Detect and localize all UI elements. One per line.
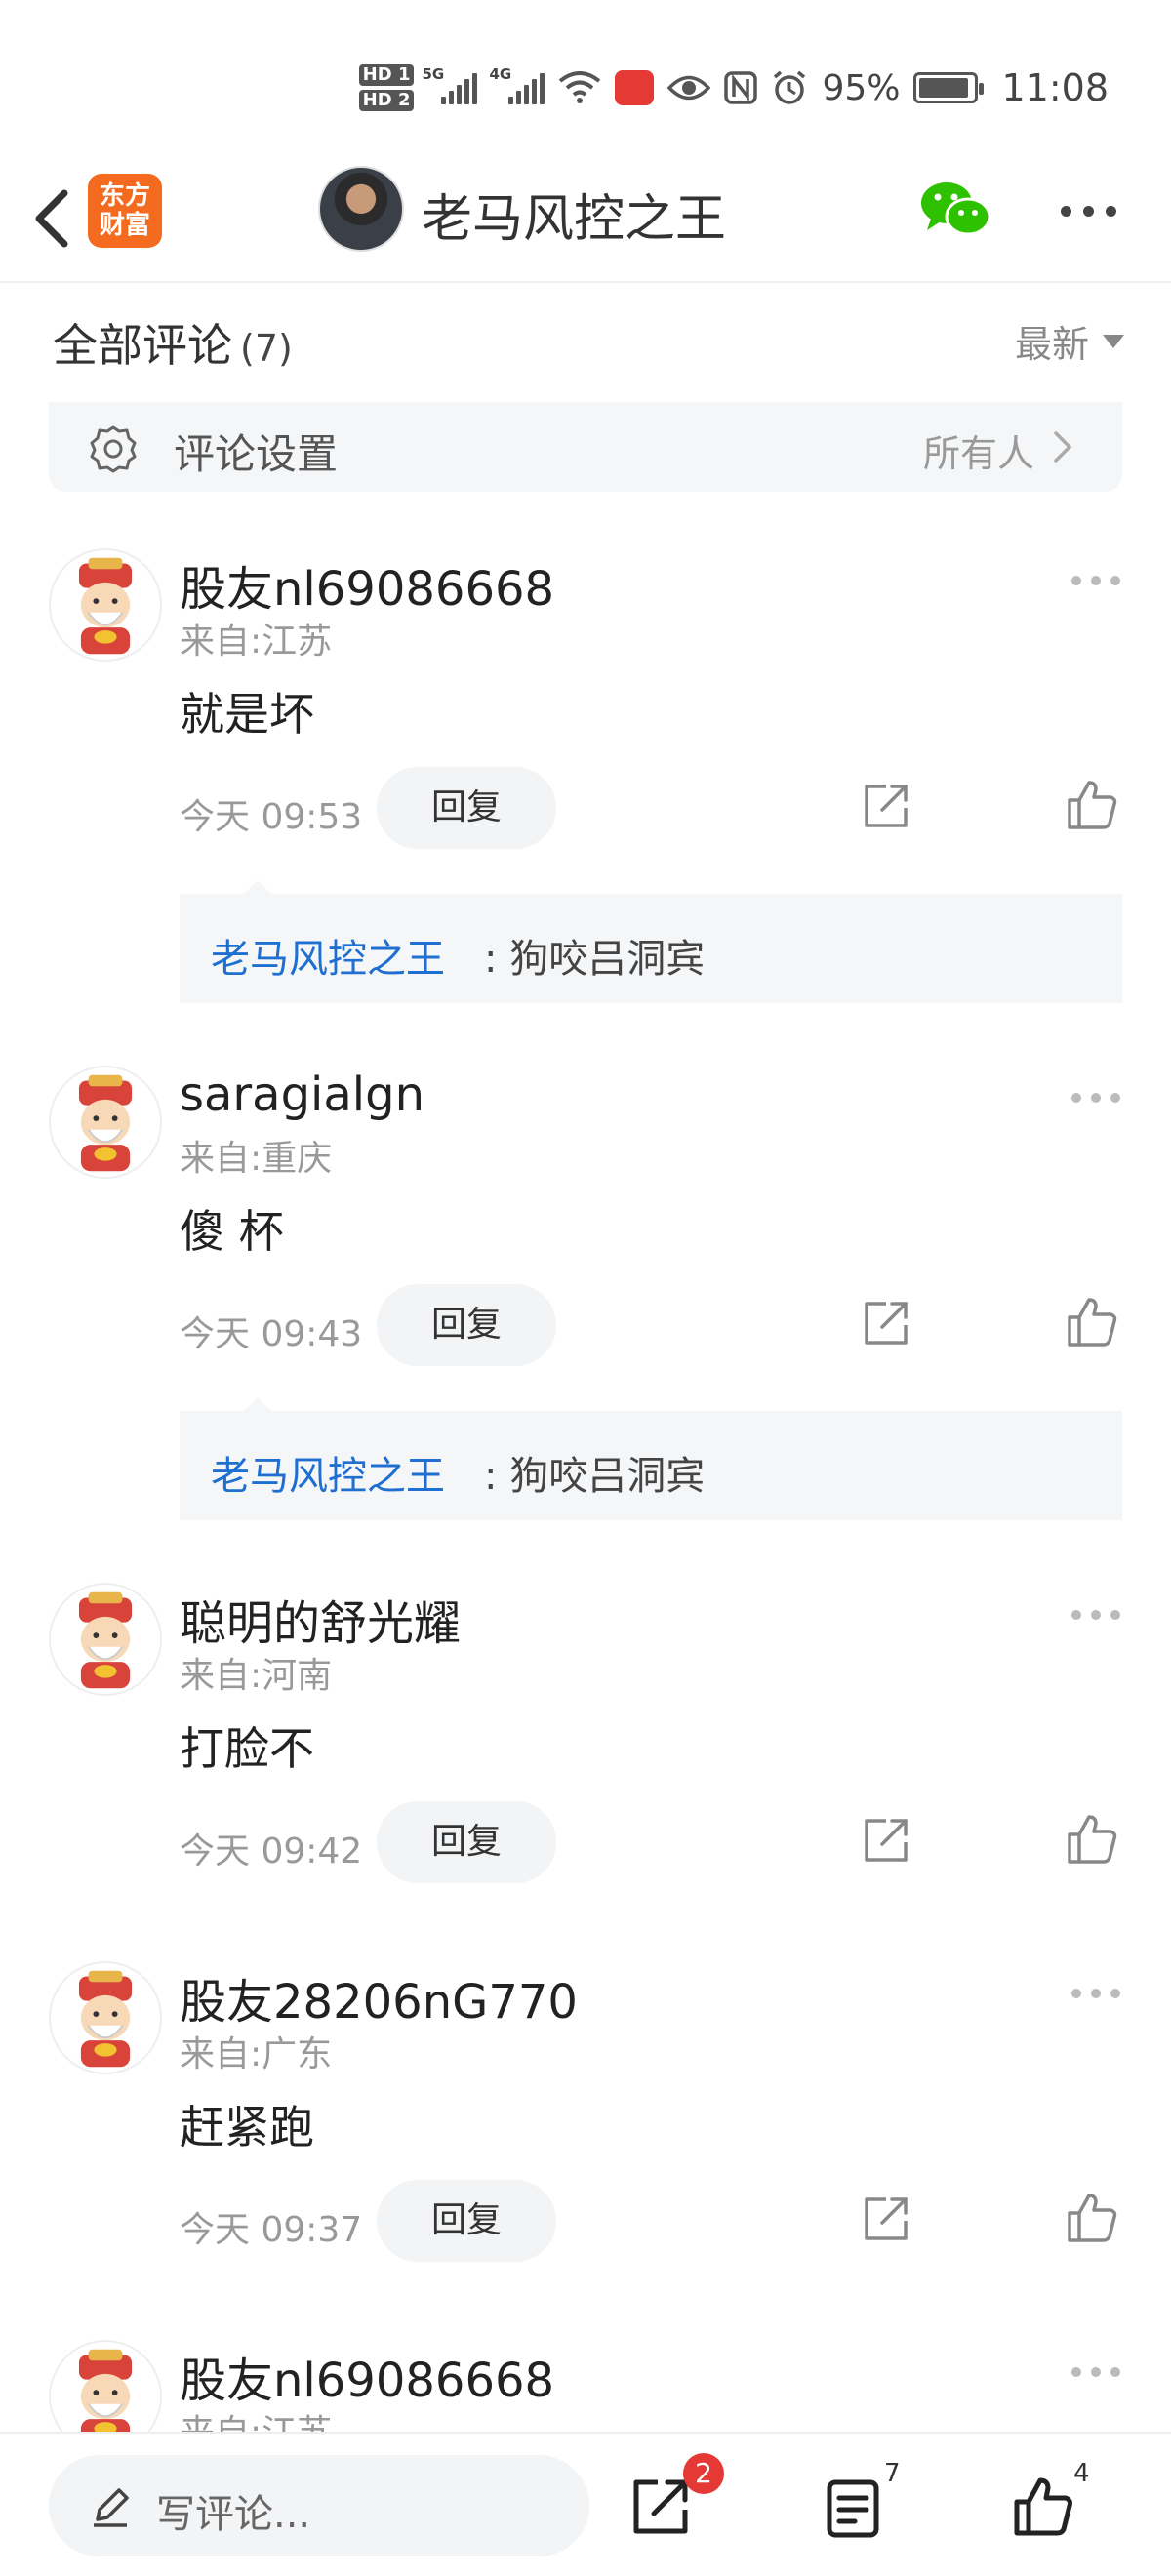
sub-reply[interactable]: 老马风控之王 : 狗咬吕洞宾 <box>180 1397 1122 1520</box>
reply-button[interactable]: 回复 <box>377 1284 556 1366</box>
dropdown-triangle-icon <box>1103 334 1124 348</box>
comments-count: (7) <box>240 327 293 370</box>
share-count-badge: 2 <box>683 2453 724 2494</box>
comment-more-icon[interactable] <box>1071 1093 1120 1103</box>
wifi-icon <box>559 71 601 103</box>
thumbs-up-icon[interactable] <box>1064 1811 1120 1868</box>
app-logo[interactable]: 东方 财富 <box>88 174 162 248</box>
comments-label: 全部评论 <box>53 319 232 372</box>
comment-text: 赶紧跑 <box>180 2101 314 2153</box>
author-avatar[interactable] <box>318 166 404 252</box>
comments-count-heading: 全部评论 (7) <box>53 310 293 375</box>
share-icon[interactable] <box>625 2473 693 2541</box>
comment-location: 来自:广东 <box>180 2034 333 2074</box>
like-count: 4 <box>1073 2459 1090 2488</box>
comment-text: 就是坏 <box>180 688 314 741</box>
sub-reply[interactable]: 老马风控之王 : 狗咬吕洞宾 <box>180 880 1122 1003</box>
sub-reply-author[interactable]: 老马风控之王 <box>211 927 445 984</box>
nfc-icon <box>724 71 758 104</box>
wechat-share-icon[interactable] <box>917 176 995 244</box>
comment-time: 今天 09:53 <box>180 797 363 837</box>
share-icon[interactable] <box>859 2192 913 2246</box>
bottom-action-bar: 写评论... 2 7 4 <box>0 2432 1171 2576</box>
comment-more-icon[interactable] <box>1071 2367 1120 2377</box>
back-arrow-icon[interactable] <box>21 180 90 258</box>
compose-placeholder: 写评论... <box>156 2492 311 2537</box>
comment-count: 7 <box>884 2459 901 2488</box>
thumbs-up-icon[interactable] <box>1064 1294 1120 1350</box>
comment-location: 来自:江苏 <box>180 622 333 662</box>
alarm-icon <box>774 70 806 104</box>
comment-text: 傻 杯 <box>180 1205 284 1258</box>
sort-dropdown[interactable]: 最新 <box>1015 314 1124 368</box>
hd2-badge: HD 2 <box>358 90 415 111</box>
comment-more-icon[interactable] <box>1071 1989 1120 1998</box>
avatar[interactable] <box>49 1961 162 2074</box>
avatar[interactable] <box>49 1066 162 1179</box>
thumbs-up-icon[interactable] <box>1009 2473 1077 2541</box>
eye-icon <box>667 75 711 101</box>
write-comment-input[interactable]: 写评论... <box>49 2455 589 2556</box>
comment-location: 来自:河南 <box>180 1656 333 1696</box>
battery-icon <box>913 72 985 103</box>
thumbs-up-icon[interactable] <box>1064 2190 1120 2246</box>
chevron-right-icon <box>1054 431 1072 463</box>
comment-author[interactable]: saragialgn <box>180 1067 424 1122</box>
thumbs-up-icon[interactable] <box>1064 777 1120 833</box>
share-icon[interactable] <box>859 779 913 833</box>
share-icon[interactable] <box>859 1813 913 1868</box>
hd1-badge: HD 1 <box>358 64 415 86</box>
comment-author[interactable]: 聪明的舒光耀 <box>180 1585 461 1653</box>
pencil-icon <box>94 2488 129 2527</box>
avatar[interactable] <box>49 548 162 662</box>
comment-settings-row[interactable]: 评论设置 所有人 <box>49 402 1122 492</box>
comment-more-icon[interactable] <box>1071 1610 1120 1620</box>
sub-reply-author[interactable]: 老马风控之王 <box>211 1444 445 1501</box>
comment-author[interactable]: 股友nl69086668 <box>180 2342 554 2410</box>
gear-icon <box>90 425 137 473</box>
comment-time: 今天 09:42 <box>180 1831 363 1872</box>
comment-more-icon[interactable] <box>1071 576 1120 585</box>
comment-time: 今天 09:37 <box>180 2210 363 2250</box>
status-bar: HD 1 HD 2 5G 4G 95% 11:08 <box>0 0 1171 156</box>
notification-app-icon <box>615 70 655 105</box>
comment-author[interactable]: 股友nl69086668 <box>180 550 554 619</box>
avatar[interactable] <box>49 1583 162 1696</box>
clock: 11:08 <box>1001 66 1109 109</box>
comment-text: 打脸不 <box>180 1722 314 1775</box>
signal-4g-icon: 4G <box>489 65 545 104</box>
comment-time: 今天 09:43 <box>180 1314 363 1354</box>
page-title[interactable]: 老马风控之王 <box>422 178 726 251</box>
settings-value: 所有人 <box>922 432 1034 475</box>
sub-reply-text: : 狗咬吕洞宾 <box>484 1454 706 1499</box>
app-header: 东方 财富 老马风控之王 <box>0 156 1171 283</box>
reply-button[interactable]: 回复 <box>377 2180 556 2262</box>
signal-5g-icon: 5G <box>422 65 478 104</box>
share-icon[interactable] <box>859 1296 913 1350</box>
comment-author[interactable]: 股友28206nG770 <box>180 1963 578 2032</box>
comment-location: 来自:重庆 <box>180 1139 333 1179</box>
settings-label: 评论设置 <box>174 430 339 478</box>
sort-label: 最新 <box>1014 323 1089 366</box>
battery-percent: 95% <box>822 67 901 108</box>
sub-reply-text: : 狗咬吕洞宾 <box>484 937 706 982</box>
comments-list-icon[interactable] <box>822 2476 884 2539</box>
more-options-icon[interactable] <box>1054 191 1122 230</box>
reply-button[interactable]: 回复 <box>377 1801 556 1883</box>
reply-button[interactable]: 回复 <box>377 767 556 849</box>
hd-indicator: HD 1 HD 2 <box>358 64 415 111</box>
